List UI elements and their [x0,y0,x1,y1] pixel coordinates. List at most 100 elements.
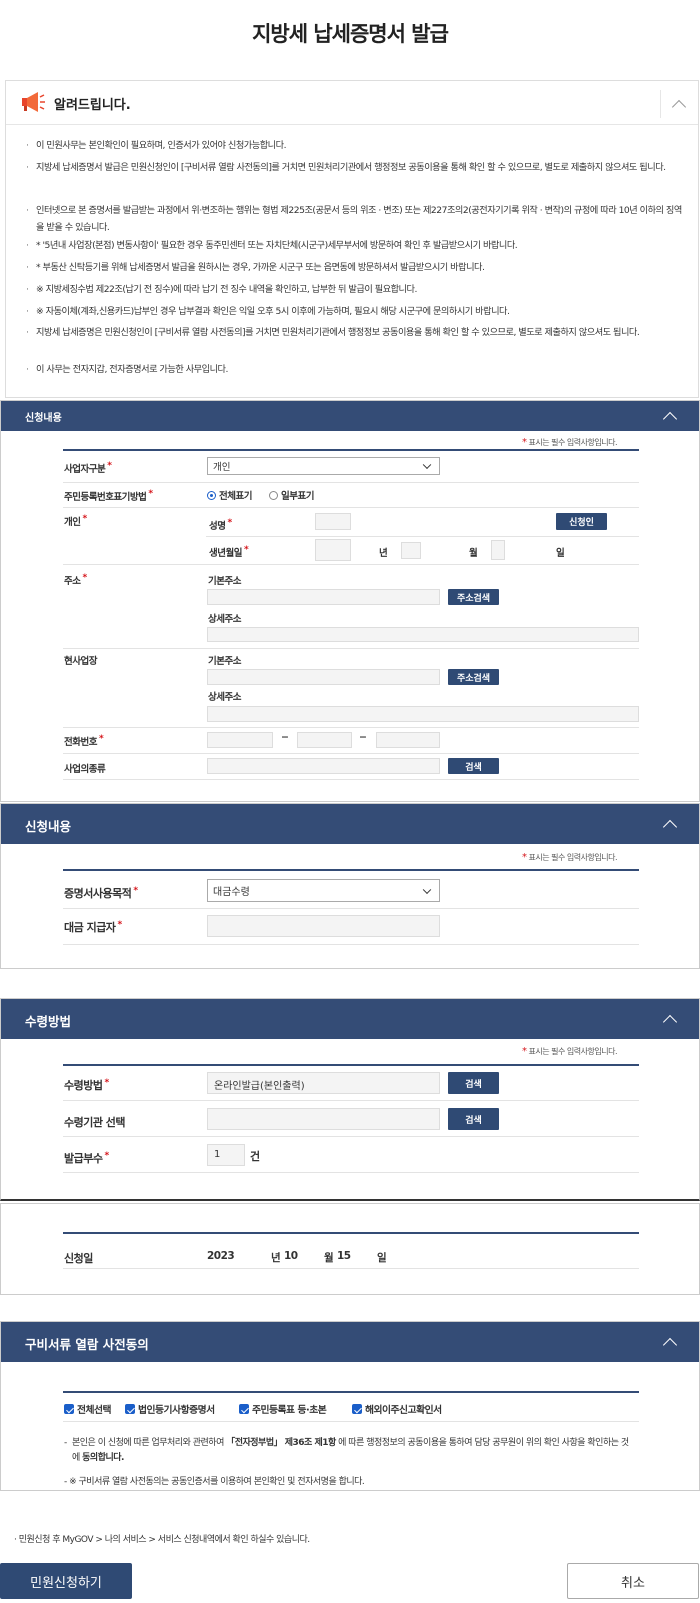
notice-item: ※ 지방세징수법 제22조(납기 전 징수)에 따라 납기 전 징수 내역을 확… [26,281,686,298]
month-unit: 월 [324,1252,334,1264]
required-note: * 표시는 필수 입력사항입니다. [522,437,618,448]
workplace-label: 현사업장 [64,656,97,667]
application-day: 15 [337,1250,351,1262]
notice-item: 인터넷으로 본 증명서를 발급받는 과정에서 위·변조하는 행위는 형법 제22… [26,202,686,236]
application-section-2: 신청내용 * 표시는 필수 입력사항입니다. 증명서사용목적 * 대금수령 대금 … [0,803,700,969]
required-note: * 표시는 필수 입력사항입니다. [522,1046,618,1057]
row-divider [63,507,639,508]
address-search-button[interactable]: 주소검색 [448,589,499,605]
birth-day-field[interactable] [491,540,505,560]
copies-unit: 건 [250,1150,260,1163]
workplace-detail-address-field[interactable] [207,706,639,722]
notice-panel: 알려드립니다. 이 민원사무는 본인확인이 필요하며, 인증서가 있어야 신청가… [5,80,699,398]
row-divider [63,482,639,483]
detail-address-label: 상세주소 [208,692,241,703]
row-divider [63,1268,639,1269]
payer-label: 대금 지급자 * [64,920,122,934]
copies-label: 발급부수 * [64,1151,109,1165]
section-header[interactable]: 신청내용 [1,401,699,431]
consent-note: - ※ 구비서류 열람 사전동의는 공동인증서를 이용하여 본인확인 및 전자서… [64,1477,365,1487]
phone-dash: − [359,732,367,743]
business-type-select[interactable]: 개인 [207,457,440,475]
basic-address-label: 기본주소 [208,576,241,587]
consent-statement: - 본인은 이 신청에 따른 업무처리와 관련하여 「전자정부법」 제36조 제… [64,1438,629,1463]
section-header[interactable]: 신청내용 [1,804,699,844]
row-divider [63,753,639,754]
section-header[interactable]: 수령방법 [1,999,699,1039]
notice-header[interactable]: 알려드립니다. [6,81,698,125]
table-top-line [63,449,639,451]
applicant-button[interactable]: 신청인 [556,513,607,530]
notice-item: * 부동산 신탁등기를 위해 납세증명서 발급을 원하시는 경우, 가까운 시군… [26,259,686,276]
address-label: 주소 * [64,573,87,587]
name-field[interactable] [315,513,351,530]
business-kind-search-button[interactable]: 검색 [448,758,499,774]
application-section-1: 신청내용 * 표시는 필수 입력사항입니다. 사업자구분 * 개인 주민등록번호표… [0,400,700,802]
bullet: - [64,1438,67,1448]
resident-registration-checkbox[interactable]: 주민등록표 등·초본 [239,1402,327,1416]
collapse-icon[interactable] [660,90,696,118]
row-divider [63,779,639,780]
receipt-section: 수령방법 * 표시는 필수 입력사항입니다. 수령방법 * 온라인발급(본인출력)… [0,998,700,1201]
agency-search-button[interactable]: 검색 [448,1108,499,1130]
workplace-basic-address-field[interactable] [207,669,440,685]
submit-button[interactable]: 민원신청하기 [0,1563,132,1599]
table-top-line [63,1064,639,1066]
section-title: 구비서류 열람 사전동의 [25,1337,149,1352]
notice-item: 지방세 납세증명서 발급은 민원신청인이 [구비서류 열람 사전동의]를 거치면… [26,159,686,176]
individual-label: 개인 * [64,514,87,528]
radio-icon [269,491,278,500]
row-divider [63,727,639,728]
phone-dash: − [281,732,289,743]
row-divider [63,1100,639,1101]
section-header[interactable]: 구비서류 열람 사전동의 [1,1322,699,1362]
select-all-checkbox[interactable]: 전체선택 [64,1402,112,1416]
collapse-icon[interactable] [657,1006,683,1032]
birth-year-field[interactable] [315,539,351,561]
corporate-registry-checkbox[interactable]: 법인등기사항증명서 [125,1402,215,1416]
rrn-partial-radio[interactable]: 일부표기 [269,488,314,502]
payer-field[interactable] [207,915,440,937]
notice-item: 지방세 납세증명은 민원신청인이 [구비서류 열람 사전동의]를 거치면 민원처… [26,324,686,341]
checkbox-checked-icon [64,1404,74,1414]
megaphone-icon [22,92,45,112]
section-title: 수령방법 [25,1014,72,1029]
collapse-icon[interactable] [657,1329,683,1355]
checkbox-checked-icon [239,1404,249,1414]
rrn-full-radio[interactable]: 전체표기 [207,488,252,502]
detail-address-label: 상세주소 [208,614,241,625]
basic-address-field[interactable] [207,589,440,605]
receipt-method-field[interactable]: 온라인발급(본인출력) [207,1072,440,1094]
row-divider [63,944,639,945]
cancel-button[interactable]: 취소 [567,1563,699,1599]
consent-section: 구비서류 열람 사전동의 전체선택 법인등기사항증명서 주민등록표 등·초본 해… [0,1321,700,1491]
workplace-address-search-button[interactable]: 주소검색 [448,669,499,685]
purpose-select[interactable]: 대금수령 [207,879,440,902]
rrn-method-label: 주민등록번호표기방법 * [64,489,153,503]
footer-note: · 민원신청 후 MyGOV > 나의 서비스 > 서비스 신청내역에서 확인 … [14,1535,310,1545]
agency-field[interactable] [207,1108,440,1130]
notice-title: 알려드립니다. [54,98,131,113]
business-type-label: 사업자구분 * [64,461,112,475]
business-kind-label: 사업의종류 [64,764,106,775]
business-kind-field[interactable] [207,758,440,774]
emigration-report-checkbox[interactable]: 해외이주신고확인서 [352,1402,442,1416]
birth-label: 생년월일 * [209,545,249,559]
collapse-icon[interactable] [657,403,683,429]
copies-field[interactable]: 1 [207,1144,245,1166]
phone-field-2[interactable] [297,732,352,748]
birth-month-field[interactable] [401,542,421,559]
detail-address-field[interactable] [207,627,639,642]
application-year: 2023 [207,1250,235,1262]
row-divider [63,1421,639,1422]
phone-field-1[interactable] [207,732,273,748]
receipt-method-search-button[interactable]: 검색 [448,1072,499,1094]
basic-address-label: 기본주소 [208,656,241,667]
notice-item: 이 민원사무는 본인확인이 필요하며, 인증서가 있어야 신청가능합니다. [26,137,686,154]
month-unit: 월 [469,548,478,559]
application-date-section: 신청일 2023 년 10 월 15 일 [0,1203,700,1295]
phone-field-3[interactable] [376,732,440,748]
application-month: 10 [284,1250,298,1262]
collapse-icon[interactable] [657,811,683,837]
row-divider [63,564,639,565]
